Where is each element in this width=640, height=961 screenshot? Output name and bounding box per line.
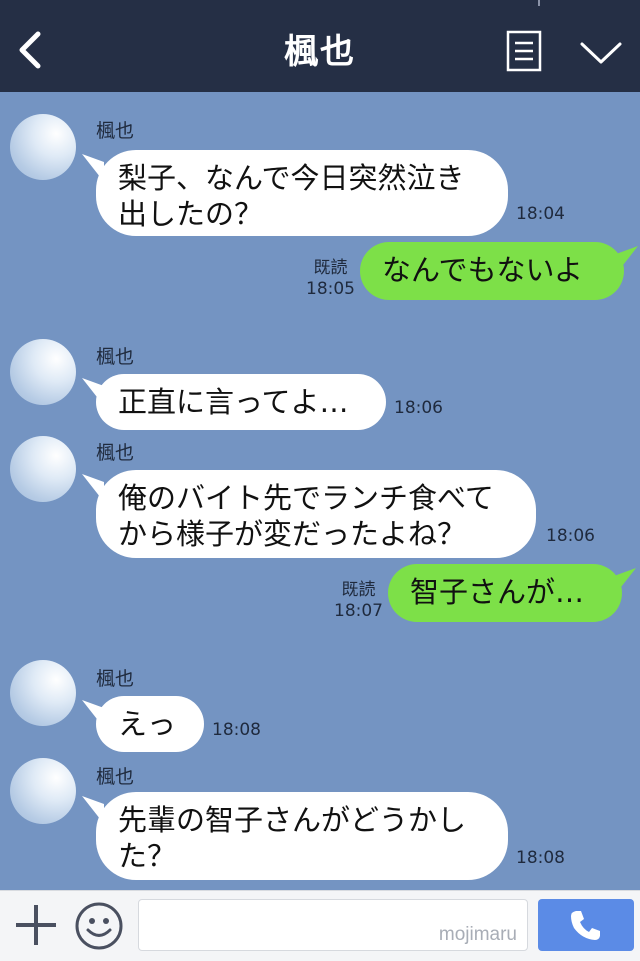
read-label: 既読 [341,580,376,600]
watermark: mojimaru [438,924,517,945]
chat-header: 楓也 [0,0,640,92]
message-input[interactable]: mojimaru [138,899,528,951]
message-time: 18:08 [516,848,565,868]
menu-icon[interactable] [506,30,542,72]
message-bubble-incoming: 先輩の智子さんがどうかし た？ [96,792,508,880]
plus-icon[interactable] [14,903,58,947]
avatar[interactable] [10,339,76,405]
read-receipt: 既読 18:05 [306,258,355,300]
status-indicator [538,0,540,6]
message-bubble-incoming: 梨子、なんで今日突然泣き 出したの？ [96,150,508,236]
sender-name: 楓也 [96,120,135,142]
read-receipt: 既読 18:07 [334,580,383,622]
sender-name: 楓也 [96,346,135,368]
message-bubble-outgoing: なんでもないよ [360,242,624,300]
sender-name: 楓也 [96,668,135,690]
avatar[interactable] [10,660,76,726]
sender-name: 楓也 [96,766,135,788]
avatar[interactable] [10,114,76,180]
message-list[interactable]: 楓也 梨子、なんで今日突然泣き 出したの？ 18:04 既読 18:05 なんで… [0,92,640,890]
sender-name: 楓也 [96,442,135,464]
message-time: 18:06 [546,526,595,546]
message-composer: mojimaru [0,890,640,961]
message-time: 18:06 [394,398,443,418]
call-button[interactable] [538,899,634,951]
read-label: 既読 [313,258,348,278]
message-time: 18:08 [212,720,261,740]
message-time: 18:04 [516,204,565,224]
message-time: 18:07 [334,601,383,621]
phone-icon [571,911,600,940]
smile-icon[interactable] [74,901,124,951]
message-bubble-incoming: 俺のバイト先でランチ食べて から様子が変だったよね？ [96,470,536,558]
avatar[interactable] [10,436,76,502]
message-time: 18:05 [306,279,355,299]
chat-title: 楓也 [284,32,356,72]
message-bubble-outgoing: 智子さんが… [388,564,622,622]
message-bubble-incoming: 正直に言ってよ… [96,374,386,430]
message-bubble-incoming: えっ [96,696,204,752]
chevron-down-icon[interactable] [578,38,624,68]
avatar[interactable] [10,758,76,824]
